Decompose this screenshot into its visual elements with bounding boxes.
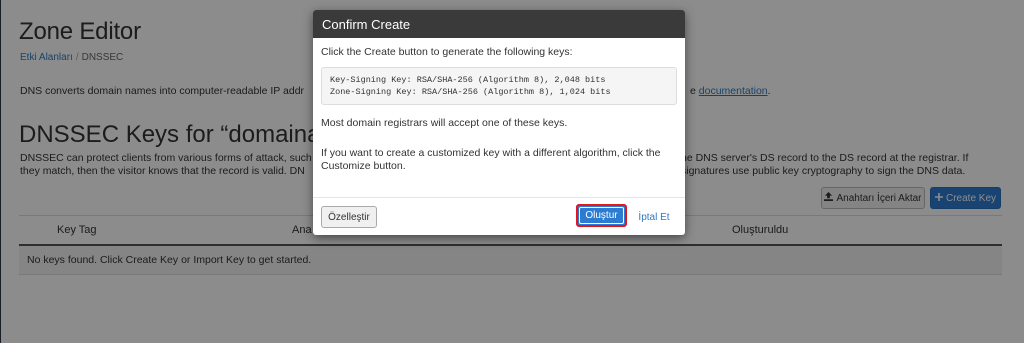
zsk-description: Zone-Signing Key: RSA/SHA-256 (Algorithm…	[330, 87, 611, 97]
dialog-intro: Click the Create button to generate the …	[321, 46, 573, 58]
keys-summary-box: Key-Signing Key: RSA/SHA-256 (Algorithm …	[321, 67, 677, 105]
customize-note: If you want to create a customized key w…	[321, 147, 661, 172]
create-button[interactable]: Oluştur	[576, 204, 627, 227]
create-button-label: Oluştur	[579, 207, 624, 224]
dialog-footer: Özelleştir Oluştur İptal Et	[313, 197, 685, 235]
dialog-body: Click the Create button to generate the …	[313, 38, 685, 173]
dialog-title: Confirm Create	[322, 16, 411, 32]
cancel-button[interactable]: İptal Et	[634, 206, 674, 228]
ksk-description: Key-Signing Key: RSA/SHA-256 (Algorithm …	[330, 75, 606, 85]
customize-button[interactable]: Özelleştir	[321, 206, 377, 228]
confirm-create-dialog: Confirm Create Click the Create button t…	[313, 10, 685, 235]
registrar-note: Most domain registrars will accept one o…	[321, 117, 568, 129]
dialog-header: Confirm Create	[313, 10, 685, 38]
